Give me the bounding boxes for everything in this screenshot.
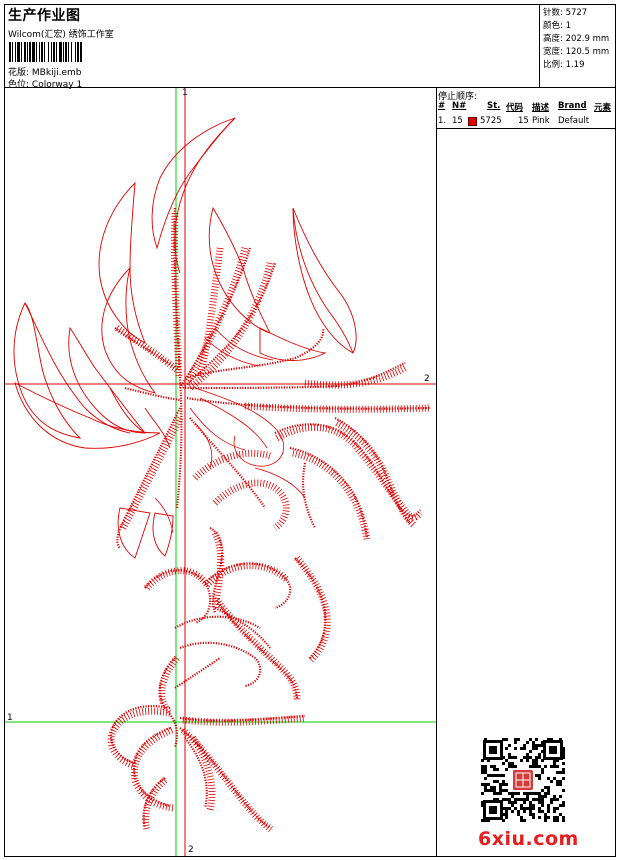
satin-stitches bbox=[109, 207, 431, 829]
barcode-graphic bbox=[9, 42, 82, 62]
col-stitches: St. bbox=[487, 101, 501, 111]
col-code: 代码 bbox=[506, 103, 524, 113]
watermark-logo: 6xiu.com bbox=[478, 828, 579, 850]
table-divider bbox=[437, 128, 615, 129]
stat-scale: 比例: 1.19 bbox=[543, 60, 585, 70]
embroidery-design bbox=[5, 88, 436, 856]
col-desc: 描述 bbox=[532, 103, 550, 113]
stat-colors: 颜色: 1 bbox=[543, 21, 571, 31]
row-index: 1. bbox=[438, 116, 447, 126]
page-subtitle: Wilcom(汇宏) 绣饰工作室 bbox=[8, 30, 114, 40]
row-stitches: 15 bbox=[518, 116, 529, 126]
row-desc: Pink bbox=[532, 116, 550, 126]
stat-stitches: 针数: 5727 bbox=[543, 8, 588, 18]
col-index: # bbox=[438, 101, 446, 111]
stat-width: 宽度: 120.5 mm bbox=[543, 47, 610, 57]
page-title: 生产作业图 bbox=[8, 8, 81, 24]
guide-label-right: 2 bbox=[424, 374, 430, 384]
col-brand: Brand bbox=[558, 101, 587, 111]
stop-sequence-row: 1. 15 5725 15 Pink Default bbox=[438, 116, 614, 128]
qr-code bbox=[481, 738, 565, 822]
row-needle: 15 bbox=[452, 116, 463, 126]
stop-sequence-header: # N# St. 代码 描述 Brand 元素 bbox=[438, 101, 614, 113]
guide-label-left: 1 bbox=[7, 713, 13, 723]
col-needle: N# bbox=[452, 101, 467, 111]
guide-label-top: 1 bbox=[182, 88, 188, 98]
row-brand: Default bbox=[558, 116, 590, 126]
embroidery-canvas: 1 2 1 2 bbox=[5, 88, 437, 856]
fringe-stitches bbox=[107, 212, 431, 833]
header-info: 生产作业图 Wilcom(汇宏) 绣饰工作室 花版: MBkiji.emb 色位… bbox=[5, 5, 539, 90]
guide-label-bottom: 2 bbox=[188, 845, 194, 855]
color-swatch bbox=[468, 117, 477, 126]
row-code: 5725 bbox=[480, 116, 502, 126]
col-element: 元素 bbox=[594, 103, 612, 113]
stat-height: 高度: 202.9 mm bbox=[543, 34, 610, 44]
stats-panel: 针数: 5727 颜色: 1 高度: 202.9 mm 宽度: 120.5 mm… bbox=[539, 5, 616, 87]
